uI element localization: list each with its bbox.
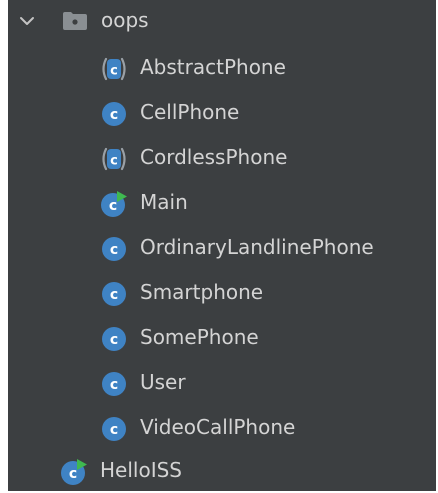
tree-folder-row[interactable]: oops	[8, 0, 436, 45]
svg-text:c: c	[110, 64, 118, 79]
tree-item[interactable]: c SomePhone	[8, 315, 436, 360]
tree-item-label: VideoCallPhone	[140, 415, 296, 439]
tree-item[interactable]: c VideoCallPhone	[8, 405, 436, 450]
tree-item[interactable]: c Main	[8, 180, 436, 225]
package-folder-icon	[63, 12, 87, 30]
svg-text:c: c	[110, 377, 118, 393]
svg-text:c: c	[110, 107, 118, 123]
tree-item-label: OrdinaryLandlinePhone	[140, 235, 374, 259]
tree-folder-label: oops	[101, 8, 149, 32]
tree-item-label: CordlessPhone	[140, 145, 288, 169]
svg-text:c: c	[110, 242, 118, 258]
class-icon: c	[102, 417, 126, 441]
tree-item[interactable]: c OrdinaryLandlinePhone	[8, 225, 436, 270]
tree-item[interactable]: c CellPhone	[8, 90, 436, 135]
tree-item-label: Main	[140, 190, 188, 214]
svg-text:c: c	[109, 198, 117, 214]
tree-item-label: CellPhone	[140, 100, 240, 124]
svg-text:c: c	[110, 332, 118, 348]
tree-item-label: SomePhone	[140, 325, 259, 349]
runnable-class-icon: c	[61, 459, 87, 485]
svg-text:c: c	[110, 287, 118, 303]
project-tree-panel: oops c AbstractPhone c CellPhone c Cordl…	[8, 0, 436, 491]
class-icon: c	[102, 237, 126, 261]
tree-item[interactable]: c AbstractPhone	[8, 45, 436, 90]
abstract-class-icon: c	[102, 147, 126, 171]
class-icon: c	[102, 282, 126, 306]
tree-item-label: HelloISS	[100, 458, 182, 482]
abstract-class-icon: c	[102, 57, 126, 81]
chevron-down-icon[interactable]	[18, 12, 36, 30]
tree-item[interactable]: c User	[8, 360, 436, 405]
tree-item[interactable]: c Smartphone	[8, 270, 436, 315]
tree-item-label: User	[140, 370, 186, 394]
runnable-class-icon: c	[101, 191, 127, 217]
class-icon: c	[102, 102, 126, 126]
tree-item[interactable]: c CordlessPhone	[8, 135, 436, 180]
class-icon: c	[102, 327, 126, 351]
svg-text:c: c	[69, 466, 77, 482]
tree-item-label: AbstractPhone	[140, 55, 286, 79]
svg-text:c: c	[110, 154, 118, 169]
class-icon: c	[102, 372, 126, 396]
svg-text:c: c	[110, 422, 118, 438]
tree-item-label: Smartphone	[140, 280, 264, 304]
tree-item[interactable]: c HelloISS	[8, 448, 436, 493]
